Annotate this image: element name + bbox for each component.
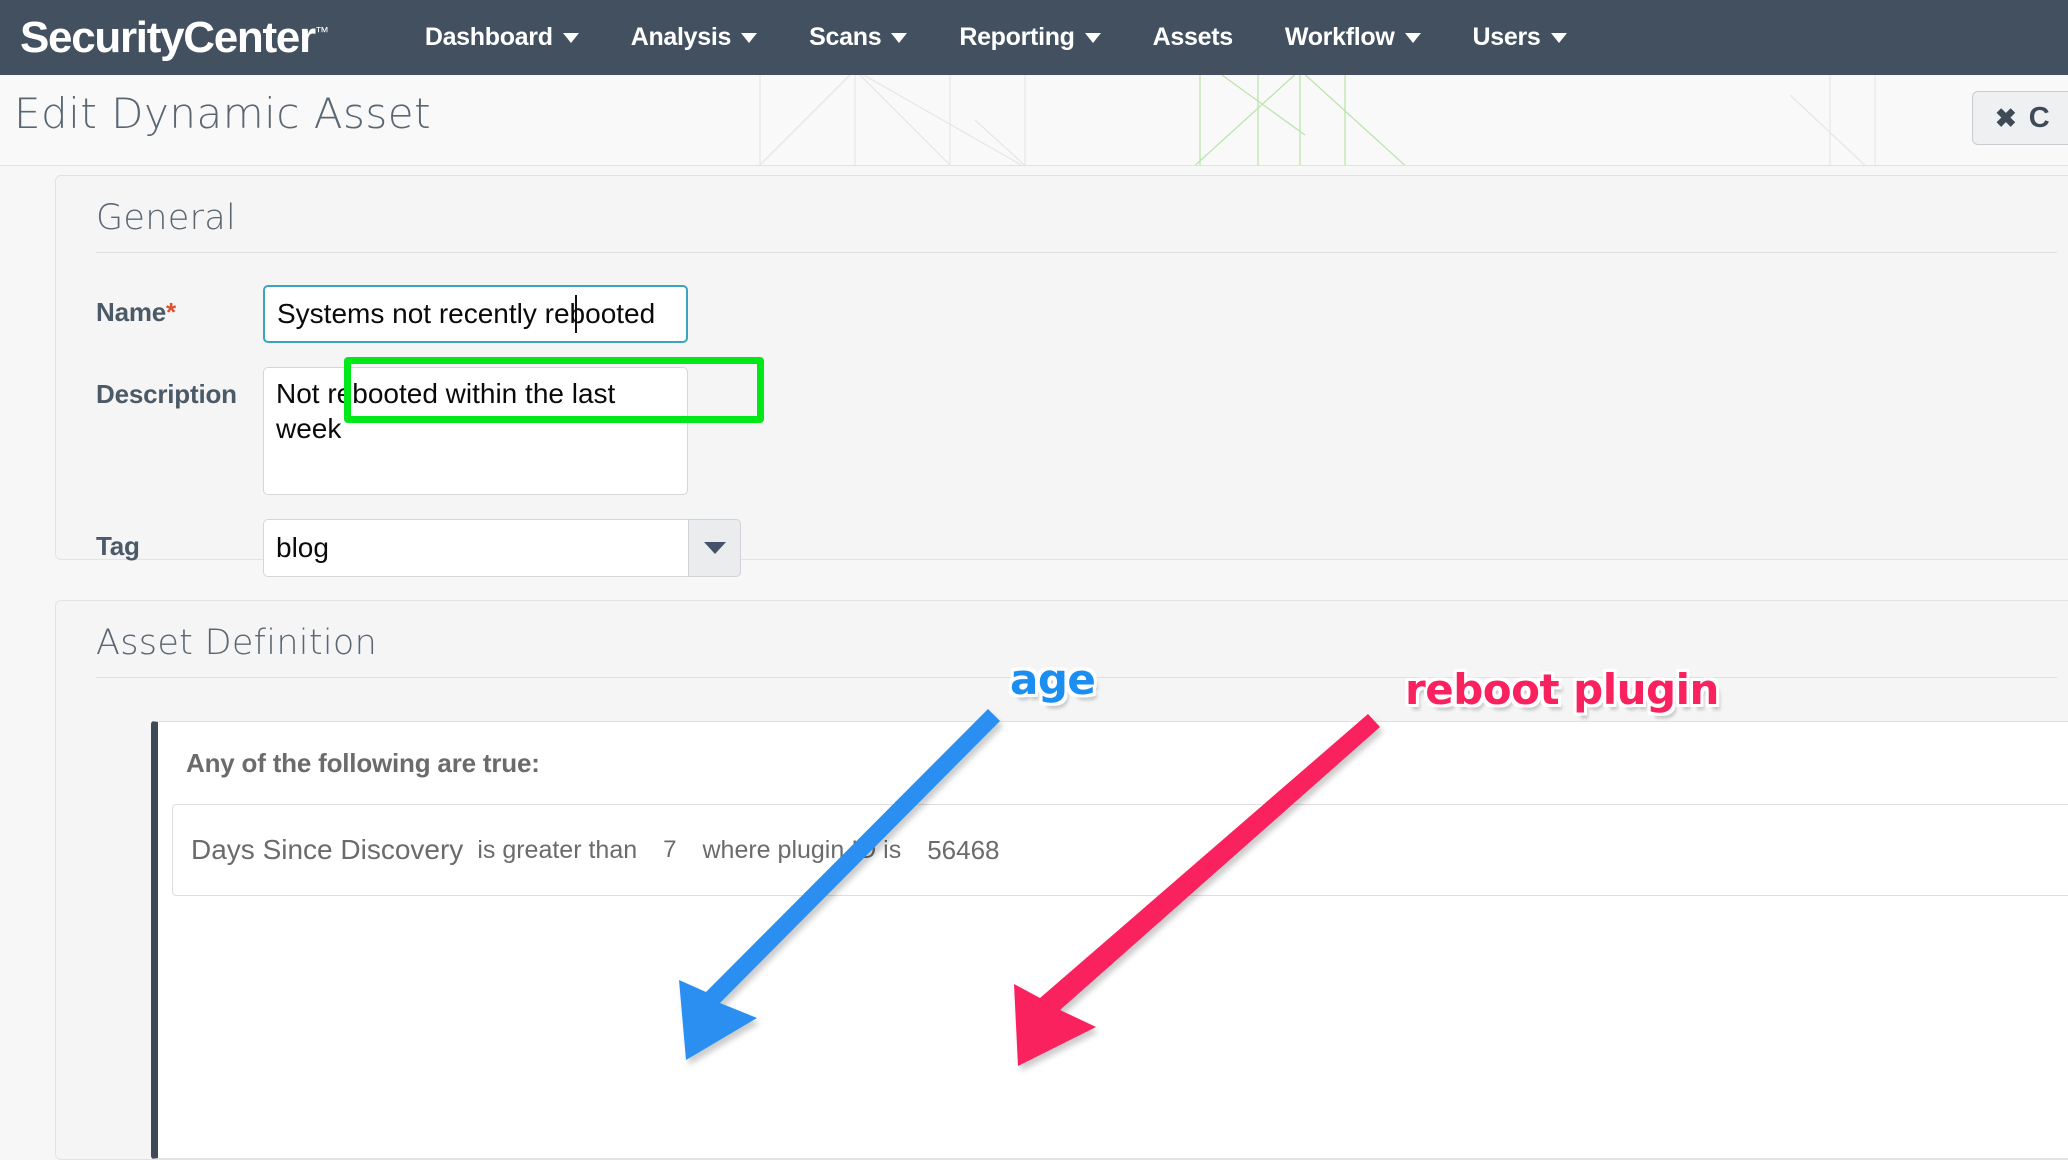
nav-item-label: Analysis: [630, 23, 732, 51]
chevron-down-icon: [562, 32, 579, 43]
brand-text: SecurityCenter: [20, 12, 316, 62]
nav-item-dashboard[interactable]: Dashboard: [399, 23, 605, 52]
cancel-button-label: C: [2028, 101, 2050, 134]
nav-item-users[interactable]: Users: [1447, 23, 1593, 52]
chevron-down-icon: [1550, 32, 1567, 43]
rule-sub-label: where plugin ID is: [702, 835, 902, 864]
chevron-down-icon: [1084, 32, 1101, 43]
name-form-row: Name*: [56, 285, 2068, 343]
name-input-wrapper: [263, 285, 688, 343]
description-label: Description: [96, 379, 237, 409]
tag-input[interactable]: [263, 519, 688, 577]
asset-definition-section-title: Asset Definition: [96, 623, 378, 663]
description-textarea[interactable]: [263, 367, 688, 495]
nav-item-label: Workflow: [1284, 23, 1395, 51]
section-divider: [96, 252, 2057, 253]
rule-operator-label[interactable]: is greater than: [477, 836, 637, 865]
nav-item-assets[interactable]: Assets: [1127, 23, 1259, 52]
chevron-down-icon: [703, 542, 726, 554]
page-header-band: Edit Dynamic Asset ✖ C: [0, 75, 2068, 166]
securitycenter-logo[interactable]: SecurityCenter™: [20, 13, 329, 63]
nav-item-workflow[interactable]: Workflow: [1259, 23, 1447, 52]
chevron-down-icon: [891, 32, 908, 43]
nav-item-label: Dashboard: [424, 23, 553, 51]
general-panel: General Name* Description Tag: [55, 175, 2068, 577]
nav-item-label: Assets: [1152, 23, 1234, 51]
top-navigation-bar: SecurityCenter™ Dashboard Analysis Scans…: [0, 0, 2068, 75]
tag-label: Tag: [96, 531, 140, 561]
nav-item-analysis[interactable]: Analysis: [605, 23, 783, 52]
tag-form-row: Tag: [56, 519, 2068, 577]
rule-group: Any of the following are true: Days Sinc…: [151, 721, 2068, 1159]
nav-item-label: Scans: [809, 23, 882, 51]
close-x-icon: ✖: [1995, 102, 2017, 133]
required-asterisk: *: [166, 297, 176, 327]
rule-plugin-id-value[interactable]: 56468: [927, 835, 999, 866]
rule-row[interactable]: Days Since Discovery is greater than 7 w…: [172, 804, 2068, 896]
nav-item-label: Reporting: [959, 23, 1075, 51]
nav-item-reporting[interactable]: Reporting: [933, 23, 1126, 52]
tag-dropdown-button[interactable]: [688, 519, 741, 577]
name-input[interactable]: [263, 285, 688, 343]
asset-definition-panel: Asset Definition Any of the following ar…: [55, 600, 2068, 1160]
chevron-down-icon: [1404, 32, 1421, 43]
cancel-button[interactable]: ✖ C: [1972, 91, 2068, 145]
chevron-down-icon: [741, 32, 758, 43]
section-divider: [96, 677, 2057, 678]
name-label-text: Name: [96, 297, 167, 327]
tag-select-wrapper: [263, 519, 741, 577]
page-title: Edit Dynamic Asset: [14, 89, 432, 138]
description-form-row: Description: [56, 367, 2068, 495]
rule-field-label[interactable]: Days Since Discovery: [191, 834, 463, 866]
rule-group-title: Any of the following are true:: [186, 748, 540, 778]
trademark-symbol: ™: [314, 22, 329, 39]
text-cursor: [575, 295, 577, 333]
rule-value[interactable]: 7: [663, 836, 676, 864]
nav-item-scans[interactable]: Scans: [783, 23, 933, 52]
general-section-title: General: [96, 198, 237, 238]
name-label: Name*: [96, 285, 263, 328]
nav-item-label: Users: [1472, 23, 1541, 51]
